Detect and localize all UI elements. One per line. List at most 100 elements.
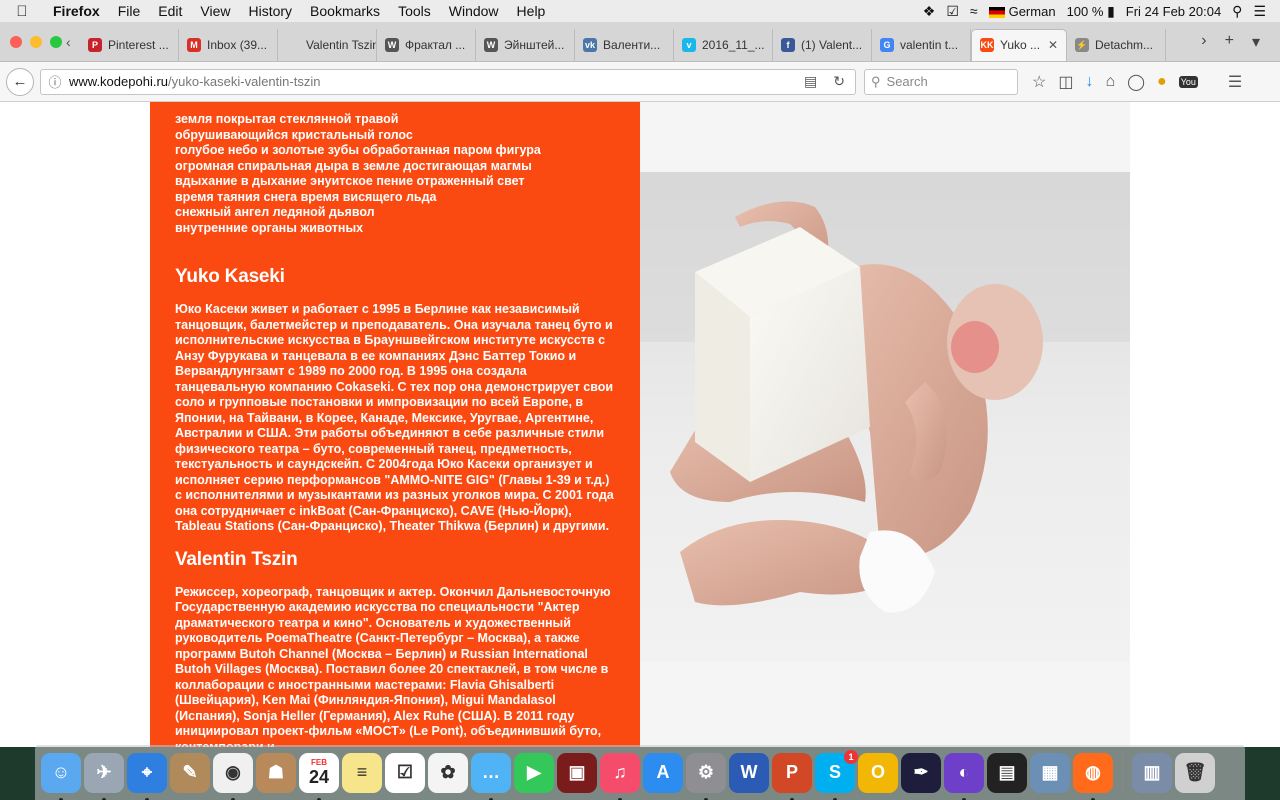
home-icon[interactable]: ⌂ (1105, 73, 1115, 91)
poem-line: голубое небо и золотые зубы обработанная… (175, 143, 541, 157)
tab-label: Валенти... (603, 37, 661, 52)
dock-facetime-icon[interactable]: ▶ (514, 752, 554, 793)
skype-notification-badge: 1 (844, 749, 858, 764)
dock-downloads-icon[interactable]: ▥ (1132, 752, 1172, 793)
tab-list-dropdown-icon[interactable]: ▾ (1252, 32, 1260, 52)
calendar-day: 24 (308, 766, 330, 787)
clock[interactable]: Fri 24 Feb 20:04 (1126, 4, 1221, 19)
tab[interactable]: vk Валенти... (575, 28, 674, 61)
tab[interactable]: Valentin Tszin (278, 28, 377, 61)
menu-bar:  Firefox File Edit View History Bookmar… (0, 0, 1280, 22)
tab-favicon-icon: P (88, 37, 102, 52)
dock-opus-icon[interactable]: O (858, 752, 898, 793)
tab[interactable]: W Фрактал ... (377, 28, 476, 61)
dock-itunes-icon[interactable]: ♫ (600, 752, 640, 800)
dock-system-preferences-icon[interactable]: ⚙ (686, 752, 726, 800)
url-bar[interactable]: ⓘ www.kodepohi.ru/yuko-kaseki-valentin-t… (40, 68, 856, 95)
bookmarks-library-icon[interactable]: ◫ (1058, 72, 1073, 92)
tab[interactable]: W Эйнштей... (476, 28, 575, 61)
tab-favicon-icon (286, 37, 300, 52)
dock-messages-icon[interactable]: … (471, 752, 511, 800)
apple-menu-icon[interactable]:  (0, 3, 44, 20)
site-info-icon[interactable]: ⓘ (41, 72, 69, 91)
tab-label: Эйнштей... (504, 37, 565, 52)
menu-view[interactable]: View (191, 3, 239, 19)
spotlight-search-icon[interactable]: ⚲ (1232, 4, 1242, 18)
dock-preview-icon[interactable]: ✎ (170, 752, 210, 793)
colorful-extension-icon[interactable]: ● (1157, 73, 1167, 91)
dock-notes-icon[interactable]: ≡ (342, 752, 382, 793)
reader-view-icon[interactable]: ▤ (804, 73, 817, 90)
poem-line: обрушивающийся кристальный голос (175, 127, 413, 142)
heading-valentin-tszin: Valentin Tszin (175, 548, 298, 570)
dock-safari-icon[interactable]: ⌖ (127, 752, 167, 800)
back-button[interactable]: ← (6, 67, 34, 96)
new-tab-button[interactable]: + (1225, 32, 1234, 52)
dropbox-icon[interactable]: ❖ (923, 4, 936, 18)
close-tab-icon[interactable]: ✕ (1048, 38, 1058, 52)
tab[interactable]: f (1) Valent... (773, 28, 872, 61)
bookmark-star-icon[interactable]: ☆ (1032, 72, 1046, 92)
dock-app-store-icon[interactable]: A (643, 752, 683, 793)
menu-file[interactable]: File (109, 3, 150, 19)
tab[interactable]: P Pinterest ... (80, 28, 179, 61)
dock-skype-icon[interactable]: S1 (815, 749, 858, 800)
menu-bookmarks[interactable]: Bookmarks (301, 3, 389, 19)
menu-history[interactable]: History (239, 3, 301, 19)
search-input[interactable]: ⚲ Search (864, 68, 1018, 95)
dock-powerpoint-icon[interactable]: P (772, 752, 812, 800)
tab-favicon-icon: W (385, 37, 399, 52)
tab[interactable]: Gvalentin t... (872, 28, 971, 61)
dock-photo-booth-icon[interactable]: ▣ (557, 752, 597, 793)
tab[interactable]: ⚡ Detachm... (1067, 28, 1166, 61)
menu-app-name[interactable]: Firefox (44, 3, 109, 19)
dock-chrome-icon[interactable]: ◉ (213, 752, 253, 800)
reload-icon[interactable]: ↻ (833, 73, 845, 90)
menu-tools[interactable]: Tools (389, 3, 440, 19)
downloads-icon[interactable]: ↓ (1085, 73, 1093, 91)
tab-favicon-icon: v (682, 37, 696, 52)
dock-contacts-icon[interactable]: ☗ (256, 752, 296, 793)
search-icon: ⚲ (871, 73, 881, 89)
dock-calendar-icon[interactable]: FEB 24 (299, 752, 339, 800)
close-window-button[interactable] (10, 35, 22, 48)
menu-help[interactable]: Help (508, 3, 555, 19)
tab-favicon-icon: KK (980, 38, 994, 52)
tab[interactable]: v 2016_11_... (674, 28, 773, 61)
checkmark-status-icon[interactable]: ☑ (946, 4, 959, 18)
tab-scroll-left-icon[interactable]: ‹ (66, 34, 80, 50)
dock-image-capture-icon[interactable]: ▦ (1030, 752, 1070, 793)
dock-trash-icon[interactable]: 🗑 (1175, 752, 1215, 793)
dock-inkscape-icon[interactable]: ✒ (901, 752, 941, 793)
dock-word-icon[interactable]: W (729, 752, 769, 793)
tab-scroll-right-icon[interactable]: › (1201, 32, 1206, 52)
dock-finder-icon[interactable]: ☺ (41, 752, 81, 800)
menu-edit[interactable]: Edit (149, 3, 191, 19)
tab-label: Valentin Tszin (306, 37, 377, 52)
url-text[interactable]: www.kodepohi.ru/yuko-kaseki-valentin-tsz… (69, 74, 320, 89)
battery-status[interactable]: 100 % ▮ (1067, 4, 1115, 19)
dock-final-cut-icon[interactable]: ▤ (987, 752, 1027, 793)
tab-active[interactable]: KK Yuko ... ✕ (971, 28, 1067, 61)
butoh-performer-image (640, 172, 1130, 662)
wifi-icon[interactable]: ≈ (970, 4, 978, 18)
dock-reminders-icon[interactable]: ☑ (385, 752, 425, 793)
youtube-extension-icon[interactable]: You (1178, 75, 1198, 88)
input-source[interactable]: German (988, 4, 1056, 19)
tab[interactable]: M Inbox (39... (179, 28, 278, 61)
dock-separator (1122, 752, 1123, 793)
tab-favicon-icon: G (880, 37, 894, 52)
dock-firefox-icon[interactable]: ◍ (1073, 752, 1113, 800)
notification-center-icon[interactable]: ☰ (1253, 4, 1266, 18)
bio-yuko-kaseki: Юко Касеки живет и работает с 1995 в Бер… (175, 302, 614, 533)
tab-favicon-icon: vk (583, 37, 597, 52)
dock-github-icon[interactable]: ◐ (944, 752, 984, 800)
poem-line: вдыхание в дыхание энуитское пение отраж… (175, 174, 525, 188)
dock-photos-icon[interactable]: ✿ (428, 752, 468, 793)
pocket-icon[interactable]: ◯ (1127, 72, 1145, 92)
minimize-window-button[interactable] (30, 35, 42, 48)
menu-window[interactable]: Window (440, 3, 508, 19)
zoom-window-button[interactable] (50, 35, 62, 48)
hamburger-menu-icon[interactable]: ☰ (1228, 72, 1242, 92)
dock-launchpad-icon[interactable]: ✈ (84, 752, 124, 800)
